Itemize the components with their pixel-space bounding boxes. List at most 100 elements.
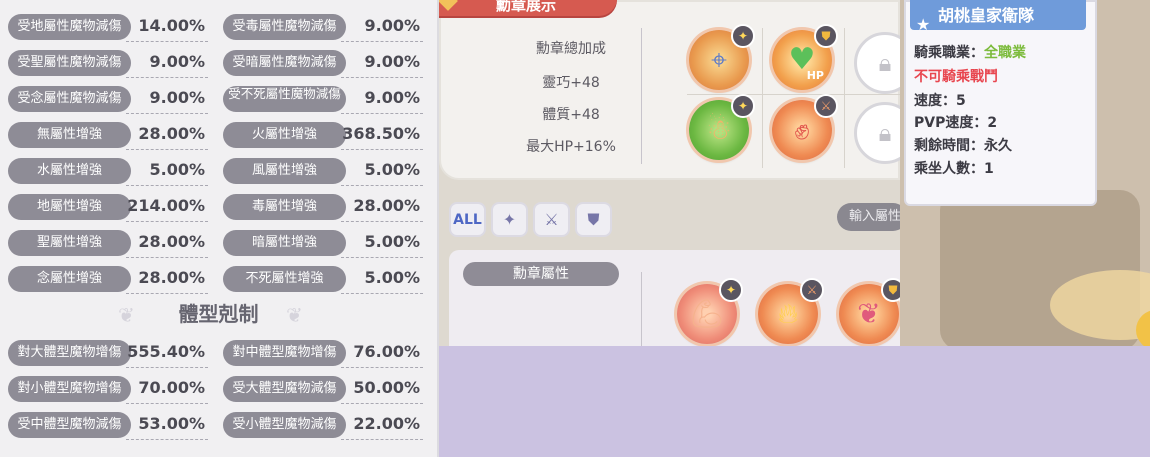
stat-cell: 無屬性增強 28.00% bbox=[8, 116, 208, 152]
stat-cell: 受地屬性魔物減傷 14.00% bbox=[8, 8, 208, 44]
stat-divider bbox=[341, 293, 423, 294]
stat-label: 地屬性增強 bbox=[8, 194, 131, 220]
stat-divider bbox=[126, 41, 208, 42]
medal-gingerbread[interactable]: ☃ ✦ bbox=[689, 94, 755, 160]
stat-value: 22.00% bbox=[353, 414, 420, 433]
medal-fist[interactable]: ✊︎ ⚔ bbox=[772, 94, 838, 160]
filter-all-button[interactable]: ALL bbox=[449, 202, 486, 237]
stat-label: 受不死屬性魔物減傷 bbox=[223, 86, 346, 112]
stat-value: 9.00% bbox=[364, 52, 420, 71]
stat-label: 對中體型魔物增傷 bbox=[223, 340, 346, 366]
section-title: 體型剋制 bbox=[178, 302, 259, 326]
stat-cell: 受小體型魔物減傷 22.00% bbox=[223, 406, 423, 442]
stat-divider bbox=[341, 367, 423, 368]
stat-label: 火屬性增強 bbox=[223, 122, 346, 148]
stat-value: 28.00% bbox=[138, 232, 205, 251]
lock-icon: 🔒︎ bbox=[878, 49, 892, 77]
stat-value: 5.00% bbox=[364, 232, 420, 251]
stat-divider bbox=[126, 293, 208, 294]
medal-flame-up[interactable]: 🔥︎ ⚔ bbox=[758, 278, 824, 344]
stat-value: 9.00% bbox=[149, 88, 205, 107]
medal-bonus-title: 勳章總加成 bbox=[536, 41, 606, 57]
mount-no-battle: 不可騎乘戰鬥 bbox=[914, 69, 998, 85]
stat-cell: 不死屬性增強 5.00% bbox=[223, 260, 423, 296]
muscle-icon: 💪︎ bbox=[689, 297, 725, 330]
sparkle-badge-icon: ✦ bbox=[719, 278, 743, 302]
stat-label: 無屬性增強 bbox=[8, 122, 131, 148]
stat-label: 對大體型魔物增傷 bbox=[8, 340, 131, 366]
stat-divider bbox=[341, 257, 423, 258]
shield-icon: ⛊ bbox=[587, 209, 600, 229]
stat-value: 14.00% bbox=[138, 16, 205, 35]
stat-cell: 受毒屬性魔物減傷 9.00% bbox=[223, 8, 423, 44]
medal-hp-heart[interactable]: ♥ HP ⛊ bbox=[772, 24, 838, 90]
stat-value: 53.00% bbox=[138, 414, 205, 433]
stat-label: 受毒屬性魔物減傷 bbox=[223, 14, 346, 40]
filter-sparkle-button[interactable]: ✦ bbox=[491, 202, 528, 237]
mount-rider-count: 乘坐人數：1 bbox=[914, 161, 994, 177]
medal-attribute-label: 勳章屬性 bbox=[463, 262, 619, 286]
stat-divider bbox=[126, 439, 208, 440]
wing-icon: ❦ bbox=[857, 297, 881, 330]
stat-label: 水屬性增強 bbox=[8, 158, 131, 184]
stat-divider bbox=[341, 403, 423, 404]
stat-divider bbox=[126, 403, 208, 404]
stat-cell: 受念屬性魔物減傷 9.00% bbox=[8, 80, 208, 116]
stat-value: 70.00% bbox=[138, 378, 205, 397]
stat-row: 對小體型魔物增傷 70.00% 受大體型魔物減傷 50.00% bbox=[0, 370, 437, 406]
stat-cell: 地屬性增強 214.00% bbox=[8, 188, 208, 224]
stat-divider bbox=[126, 367, 208, 368]
stat-row: 念屬性增強 28.00% 不死屬性增強 5.00% bbox=[0, 260, 437, 296]
filter-sword-button[interactable]: ⚔ bbox=[533, 202, 570, 237]
attribute-search-input[interactable] bbox=[837, 203, 900, 231]
stat-label: 受大體型魔物減傷 bbox=[223, 376, 346, 402]
medal-display-tab[interactable]: 勳章展示 bbox=[439, 0, 617, 16]
stat-divider bbox=[341, 149, 423, 150]
stat-value: 9.00% bbox=[149, 52, 205, 71]
stat-divider bbox=[341, 77, 423, 78]
mount-remaining-time: 剩餘時間：永久 bbox=[914, 138, 1012, 154]
stat-value: 76.00% bbox=[353, 342, 420, 361]
stat-divider bbox=[126, 149, 208, 150]
stat-value: 555.40% bbox=[127, 342, 205, 361]
mount-job-label: 騎乘職業： bbox=[914, 45, 984, 61]
stat-value: 50.00% bbox=[353, 378, 420, 397]
stat-cell: 念屬性增強 28.00% bbox=[8, 260, 208, 296]
stat-label: 受聖屬性魔物減傷 bbox=[8, 50, 131, 76]
filter-shield-button[interactable]: ⛊ bbox=[575, 202, 612, 237]
sword-icon: ⚔ bbox=[544, 210, 559, 229]
crosshair-icon: ⌖ bbox=[711, 43, 727, 76]
locked-slot[interactable]: 🔒︎ bbox=[854, 102, 900, 164]
attribute-stats-panel: 受地屬性魔物減傷 14.00% 受毒屬性魔物減傷 9.00% 受聖屬性魔物減傷 9.00%… bbox=[0, 0, 439, 457]
mount-title-banner: ★ 胡桃皇家衛隊 bbox=[910, 0, 1086, 34]
medal-panel: 勳章展示 勳章總加成 靈巧+48 體質+48 最大HP+16% ⌖ ✦ ♥ HP… bbox=[439, 0, 900, 346]
stat-row: 地屬性增強 214.00% 毒屬性增強 28.00% bbox=[0, 188, 437, 224]
grid-divider bbox=[762, 28, 763, 168]
medal-attribute-area: 勳章屬性 💪︎ ✦ 🔥︎ ⚔ ❦ ⛊ bbox=[449, 250, 900, 346]
stat-divider bbox=[341, 439, 423, 440]
stat-divider bbox=[126, 257, 208, 258]
bonus-divider bbox=[641, 28, 642, 164]
medal-wing-down[interactable]: ❦ ⛊ bbox=[839, 278, 900, 344]
stat-divider bbox=[126, 221, 208, 222]
locked-slot[interactable]: 🔒︎ bbox=[854, 32, 900, 94]
stat-value: 214.00% bbox=[127, 196, 205, 215]
stat-cell: 受不死屬性魔物減傷 9.00% bbox=[223, 80, 423, 116]
grid-divider bbox=[844, 28, 845, 168]
stat-cell: 風屬性增強 5.00% bbox=[223, 152, 423, 188]
hp-label: HP bbox=[806, 69, 824, 82]
stat-label: 受中體型魔物減傷 bbox=[8, 412, 131, 438]
medal-muscle[interactable]: 💪︎ ✦ bbox=[677, 278, 743, 344]
medal-crosshair[interactable]: ⌖ ✦ bbox=[689, 24, 755, 90]
stat-label: 念屬性增強 bbox=[8, 266, 131, 292]
stat-value: 9.00% bbox=[364, 88, 420, 107]
stat-row: 水屬性增強 5.00% 風屬性增強 5.00% bbox=[0, 152, 437, 188]
attribute-divider bbox=[641, 272, 642, 346]
stat-cell: 聖屬性增強 28.00% bbox=[8, 224, 208, 260]
filter-bar: ALL ✦ ⚔ ⛊ bbox=[439, 195, 900, 245]
stat-cell: 毒屬性增強 28.00% bbox=[223, 188, 423, 224]
stat-row: 受地屬性魔物減傷 14.00% 受毒屬性魔物減傷 9.00% bbox=[0, 8, 437, 44]
stat-label: 聖屬性增強 bbox=[8, 230, 131, 256]
stat-label: 毒屬性增強 bbox=[223, 194, 346, 220]
stat-row: 對大體型魔物增傷 555.40% 對中體型魔物增傷 76.00% bbox=[0, 334, 437, 370]
